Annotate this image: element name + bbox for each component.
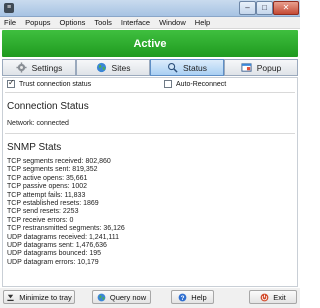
query-now-button[interactable]: Query now [92,290,151,304]
magnifier-icon [167,63,178,73]
stat-line: TCP segments sent: 819,352 [7,166,98,174]
stat-line: TCP segments received: 802,860 [7,158,111,165]
stat-line: TCP established resets: 1869 [7,199,99,207]
stat-line: TCP send resets: 2253 [7,208,79,216]
stat-line: UDP datagrams received: 1,241,111 [7,233,120,241]
help-button[interactable]: ? Help [171,290,214,304]
help-icon: ? [178,293,187,301]
maximize-button[interactable]: □ [256,1,273,15]
stat-line: TCP restransmitted segments: 36,126 [7,225,125,233]
network-status-text: Network: connected [7,120,69,127]
trust-connection-label: Trust connection status [19,80,92,88]
app-icon: ≡ [4,3,14,13]
status-banner-text: Active [133,37,167,50]
menu-tools[interactable]: Tools [94,18,112,27]
tab-settings[interactable]: Settings [2,59,76,76]
menu-popups[interactable]: Popups [25,18,50,27]
help-label: Help [191,292,207,302]
tab-sites-label: Sites [111,62,131,73]
tab-popup-label: Popup [256,62,282,73]
globe-icon [97,293,106,301]
stat-line: TCP passive opens: 1002 [7,183,88,191]
popup-window-icon [241,63,252,72]
bottom-button-bar: Minimize to tray Query now ? Help Exit [0,288,300,308]
auto-reconnect-checkbox[interactable] [164,80,172,88]
tray-down-icon [7,294,14,301]
power-icon [260,293,269,301]
gears-icon [16,62,27,73]
query-now-label: Query now [109,292,147,302]
svg-text:?: ? [181,294,185,301]
trust-connection-checkbox[interactable] [7,78,15,88]
menu-bar: File Popups Options Tools Interface Wind… [0,17,300,29]
menu-window[interactable]: Window [159,18,186,27]
tab-settings-label: Settings [31,62,63,73]
status-banner: Active [2,30,298,57]
menu-help[interactable]: Help [195,18,210,27]
stat-line: UDP datagrams sent: 1,476,636 [7,241,107,249]
stat-line: TCP attempt fails: 11,833 [7,191,86,199]
snmp-stats-heading: SNMP Stats [7,142,62,153]
exit-button[interactable]: Exit [249,290,297,304]
close-button[interactable]: ✕ [273,1,299,15]
minimize-to-tray-button[interactable]: Minimize to tray [3,290,75,304]
tab-status-label: Status [182,62,208,73]
stat-line: TCP active opens: 35,661 [7,174,88,182]
minimize-button[interactable]: – [239,1,256,15]
auto-reconnect-label: Auto-Reconnect [176,80,227,88]
stat-line: TCP receive errors: 0 [7,216,74,224]
stat-line: UDP datagrams bounced: 195 [7,250,102,258]
globe-icon [96,62,106,73]
divider [5,133,295,134]
connection-status-heading: Connection Status [7,101,89,112]
menu-interface[interactable]: Interface [121,18,150,27]
divider [5,92,295,93]
trust-connection-option[interactable]: Trust connection status [7,78,92,88]
tab-popup[interactable]: Popup [224,59,298,76]
stat-line: UDP datagram errors: 10,179 [7,258,99,266]
auto-reconnect-option[interactable]: Auto-Reconnect [164,80,226,88]
tab-bar: Settings Sites Status Popup [2,59,298,76]
tab-status[interactable]: Status [150,59,224,76]
snmp-stats-list: TCP segments received: 802,860 TCP segme… [7,158,292,267]
menu-options[interactable]: Options [60,18,86,27]
tab-sites[interactable]: Sites [76,59,150,76]
menu-file[interactable]: File [4,18,16,27]
exit-label: Exit [273,292,286,302]
minimize-to-tray-label: Minimize to tray [19,292,72,302]
title-bar: ≡ – □ ✕ [0,0,300,17]
